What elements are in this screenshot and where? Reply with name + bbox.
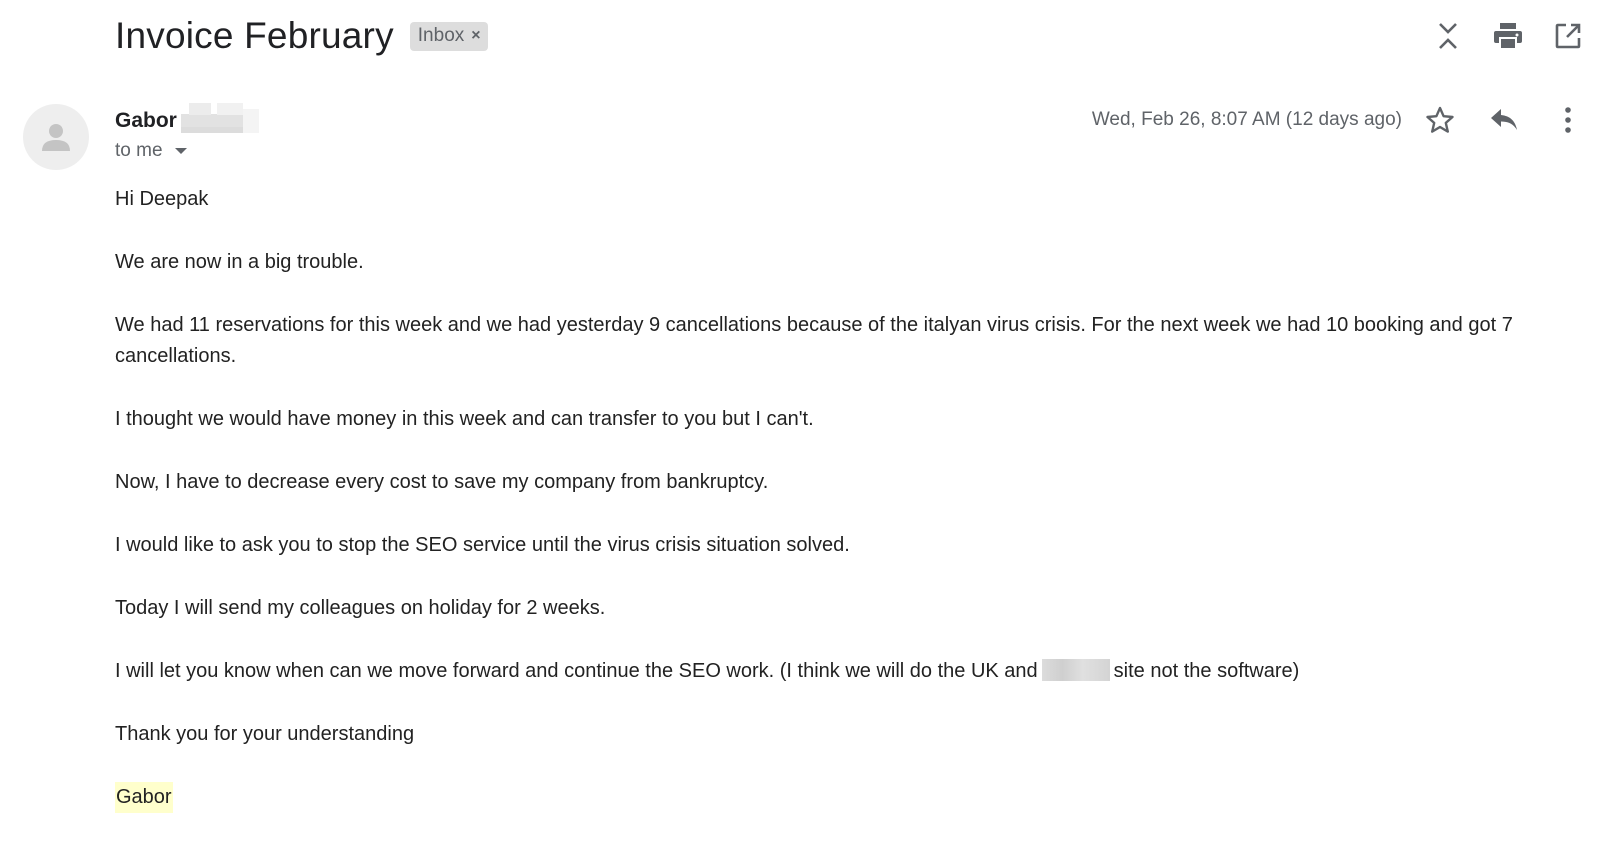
greeting: Hi Deepak <box>115 188 209 210</box>
default-person-icon <box>42 124 70 151</box>
redacted-text <box>1041 659 1110 681</box>
remove-label-icon[interactable]: × <box>471 27 480 45</box>
signature-line: Gabor <box>115 782 1575 813</box>
email-subject: Invoice February <box>115 15 394 56</box>
message-meta: Wed, Feb 26, 8:07 AM (12 days ago) <box>1092 100 1588 140</box>
star-icon[interactable] <box>1420 100 1460 140</box>
label-text: Inbox <box>417 25 465 46</box>
body-paragraph: I thought we would have money in this we… <box>115 408 814 430</box>
message-date: Wed, Feb 26, 8:07 AM (12 days ago) <box>1091 109 1402 130</box>
open-in-new-window-icon[interactable] <box>1548 16 1588 56</box>
sender-name-row: Gabor <box>115 103 261 136</box>
body-paragraph: I will let you know when can we move for… <box>115 656 1575 687</box>
body-paragraph: Today I will send my colleagues on holid… <box>115 597 606 619</box>
subject-row: Invoice February Inbox × <box>115 12 488 60</box>
redacted-surname <box>180 101 261 141</box>
inbox-label-chip[interactable]: Inbox × <box>409 21 488 51</box>
expand-collapse-icon[interactable] <box>1428 16 1468 56</box>
message-body: Hi Deepak We are now in a big trouble. W… <box>115 184 1575 845</box>
reply-icon[interactable] <box>1484 100 1524 140</box>
recipients-label: to me <box>115 140 163 161</box>
body-paragraph: I would like to ask you to stop the SEO … <box>115 534 850 556</box>
body-text-after-redaction: site not the software) <box>1113 660 1300 682</box>
signature: Gabor <box>115 782 173 813</box>
print-icon[interactable] <box>1488 16 1528 56</box>
body-text-before-redaction: I will let you know when can we move for… <box>115 660 1038 682</box>
sender-block: Gabor to me <box>115 103 261 162</box>
thread-toolbar <box>1408 16 1588 56</box>
chevron-down-icon <box>174 148 187 154</box>
closing: Thank you for your understanding <box>115 723 415 745</box>
recipients-dropdown[interactable]: to me <box>115 140 261 162</box>
sender-avatar[interactable] <box>23 104 89 170</box>
more-options-icon[interactable] <box>1548 100 1588 140</box>
body-paragraph: We are now in a big trouble. <box>115 251 364 273</box>
body-paragraph: We had 11 reservations for this week and… <box>115 314 1513 367</box>
sender-name[interactable]: Gabor <box>115 109 177 133</box>
body-paragraph: Now, I have to decrease every cost to sa… <box>115 471 769 493</box>
